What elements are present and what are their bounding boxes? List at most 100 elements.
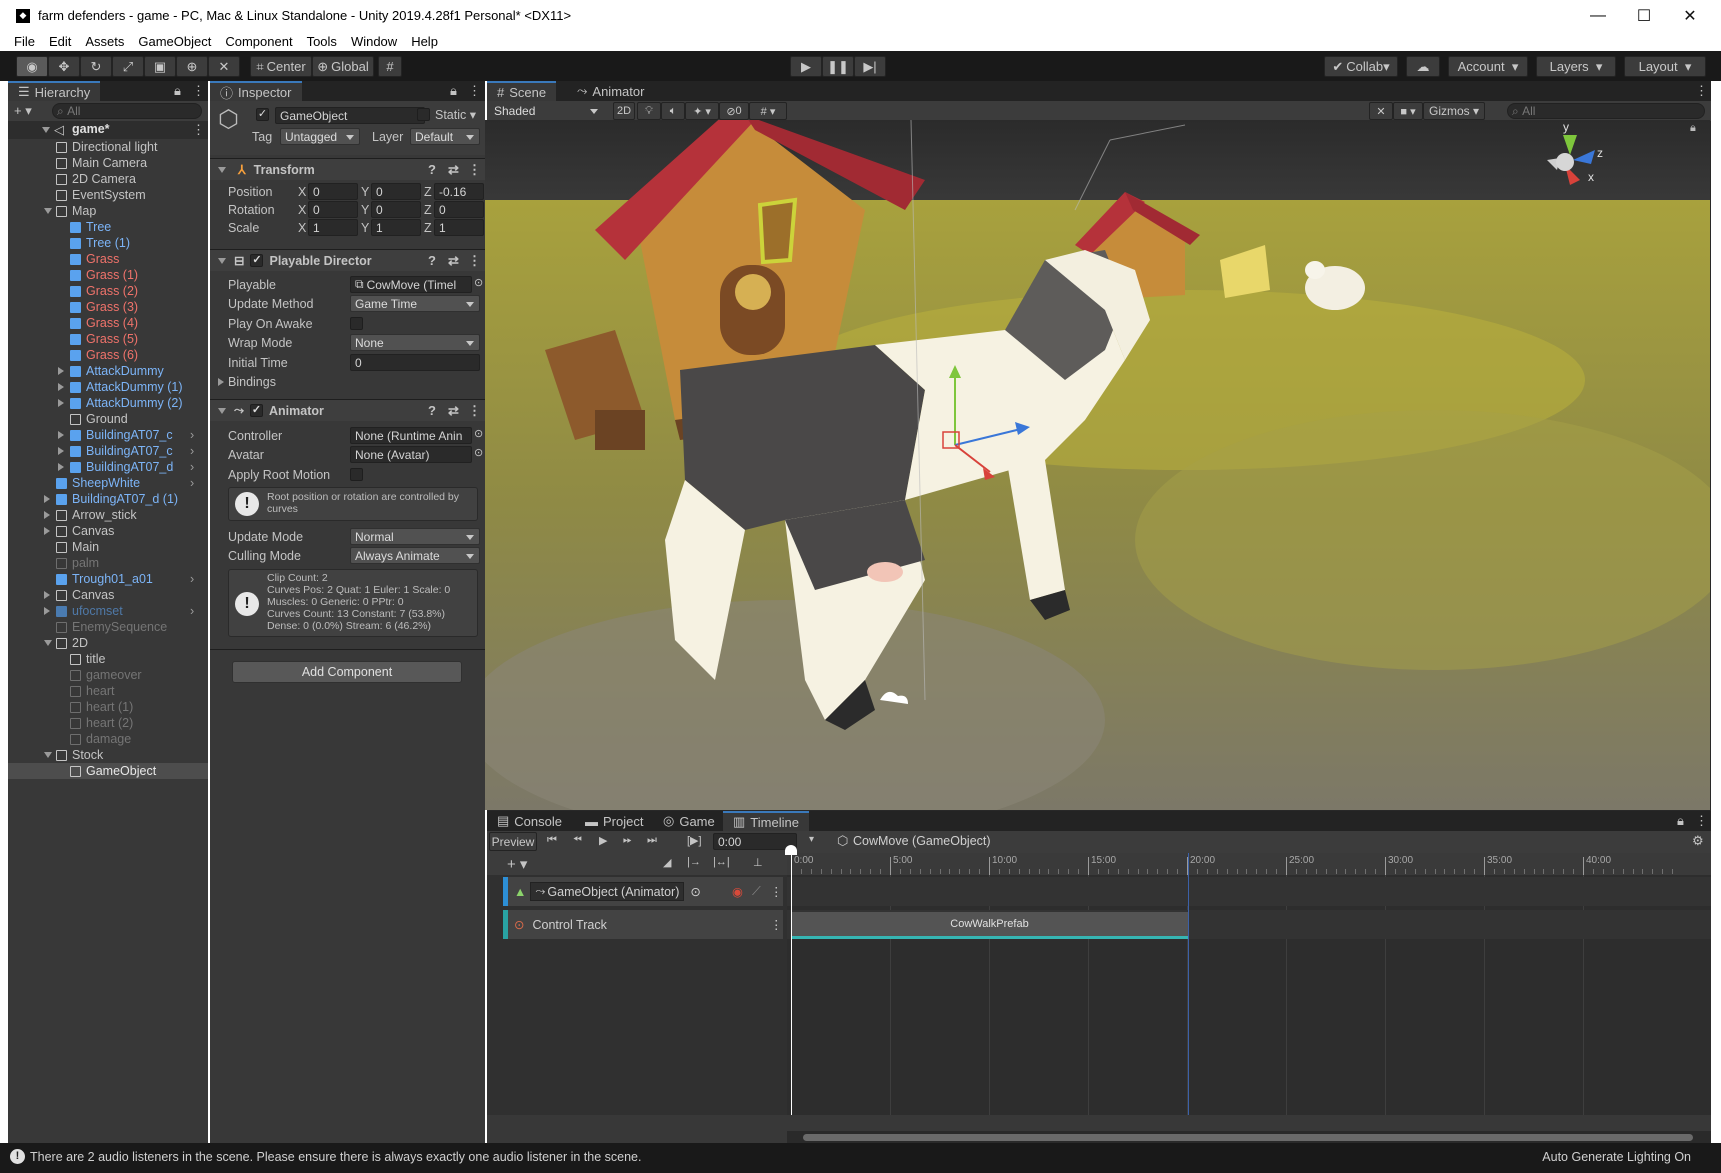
expand-arrow-icon[interactable] bbox=[44, 640, 52, 646]
hierarchy-item[interactable]: Grass (3) bbox=[8, 299, 208, 315]
menu-file[interactable]: File bbox=[0, 34, 42, 49]
step-button[interactable]: ▶| bbox=[854, 56, 886, 77]
director-more-icon[interactable]: ⋮ bbox=[468, 253, 481, 269]
update-method-dropdown[interactable]: Game Time bbox=[350, 295, 480, 312]
hierarchy-item[interactable]: Grass (1) bbox=[8, 267, 208, 283]
hierarchy-item[interactable]: heart (2) bbox=[8, 715, 208, 731]
scene-root-row[interactable]: ◁ game* ⋮ bbox=[8, 121, 208, 139]
expand-arrow-icon[interactable] bbox=[44, 208, 52, 214]
hierarchy-item[interactable]: AttackDummy (2) bbox=[8, 395, 208, 411]
avatar-picker-icon[interactable]: ⊙ bbox=[474, 446, 483, 459]
collapse-arrow-icon[interactable] bbox=[58, 399, 64, 407]
collapse-arrow-icon[interactable] bbox=[58, 431, 64, 439]
hierarchy-item[interactable]: BuildingAT07_c › bbox=[8, 443, 208, 459]
prefab-open-chevron-icon[interactable]: › bbox=[190, 460, 194, 474]
hierarchy-item[interactable]: title bbox=[8, 651, 208, 667]
hierarchy-item[interactable]: 2D bbox=[8, 635, 208, 651]
rotation-axis-label[interactable]: X bbox=[298, 203, 306, 217]
time-ruler[interactable]: 0:00 5:00 10:00 15:00 20:00 25:00 30:00 35:00 40… bbox=[787, 853, 1711, 875]
playhead-line[interactable] bbox=[791, 849, 792, 1115]
record-icon[interactable]: ◉ bbox=[732, 884, 743, 899]
prefab-open-chevron-icon[interactable]: › bbox=[190, 572, 194, 586]
preview-toggle[interactable]: Preview bbox=[489, 832, 537, 851]
hscroll-thumb[interactable] bbox=[803, 1134, 1693, 1141]
timeline-hscrollbar[interactable] bbox=[787, 1131, 1711, 1143]
animator-binding-field[interactable]: ⤳ GameObject (Animator) bbox=[530, 882, 685, 901]
prefab-open-chevron-icon[interactable]: › bbox=[190, 476, 194, 490]
scale-tool-button[interactable]: ⤢ bbox=[112, 56, 144, 77]
menu-window[interactable]: Window bbox=[344, 34, 404, 49]
control-track-header[interactable]: ⊙ Control Track ⋮ bbox=[503, 910, 783, 939]
prefab-open-chevron-icon[interactable]: › bbox=[190, 604, 194, 618]
expand-arrow-icon[interactable] bbox=[44, 752, 52, 758]
layout-dropdown[interactable]: Layout ▾ bbox=[1624, 56, 1706, 77]
animator-help-icon[interactable]: ? bbox=[428, 403, 436, 418]
playable-picker-icon[interactable]: ⊙ bbox=[474, 276, 483, 289]
gizmo-lock-icon[interactable]: 🔒︎ bbox=[1690, 122, 1696, 135]
layer-dropdown[interactable]: Default bbox=[410, 128, 480, 145]
add-component-button[interactable]: Add Component bbox=[232, 661, 462, 683]
maximize-button[interactable]: ☐ bbox=[1621, 0, 1667, 31]
tab-timeline[interactable]: ▥ Timeline bbox=[723, 811, 809, 831]
position-value-field[interactable]: -0.16 bbox=[434, 183, 484, 200]
rotation-axis-label[interactable]: Z bbox=[424, 203, 432, 217]
collapse-arrow-icon[interactable] bbox=[44, 527, 50, 535]
play-range-icon[interactable]: [▶] bbox=[687, 834, 702, 847]
minimize-button[interactable]: — bbox=[1575, 0, 1621, 31]
menu-assets[interactable]: Assets bbox=[78, 34, 131, 49]
hierarchy-item[interactable]: SheepWhite › bbox=[8, 475, 208, 491]
2d-toggle-button[interactable]: 2D bbox=[613, 102, 635, 120]
more-icon[interactable]: ⋮ bbox=[192, 83, 205, 99]
tab-project[interactable]: ▬ Project bbox=[575, 811, 653, 831]
hierarchy-item[interactable]: Grass (5) bbox=[8, 331, 208, 347]
position-axis-label[interactable]: Y bbox=[361, 185, 369, 199]
cloud-button[interactable]: ☁ bbox=[1406, 56, 1440, 77]
scale-axis-label[interactable]: Z bbox=[424, 221, 432, 235]
transform-fold-icon[interactable] bbox=[218, 166, 226, 173]
scene-more-icon[interactable]: ⋮ bbox=[192, 122, 205, 138]
collapse-arrow-icon[interactable] bbox=[58, 367, 64, 375]
hierarchy-item[interactable]: ufocmset › bbox=[8, 603, 208, 619]
hierarchy-item[interactable]: Canvas bbox=[8, 587, 208, 603]
animator-track-header[interactable]: ▲ ⤳ GameObject (Animator) ⊙ ◉ ⟋ ⋮ bbox=[503, 877, 783, 906]
menu-help[interactable]: Help bbox=[404, 34, 445, 49]
static-checkbox[interactable] bbox=[417, 108, 430, 121]
hierarchy-item[interactable]: Grass (4) bbox=[8, 315, 208, 331]
hierarchy-item[interactable]: EnemySequence bbox=[8, 619, 208, 635]
hierarchy-item[interactable]: Tree (1) bbox=[8, 235, 208, 251]
scene-search-input[interactable]: ⌕ All bbox=[1507, 103, 1705, 119]
hierarchy-item[interactable]: heart bbox=[8, 683, 208, 699]
collapse-arrow-icon[interactable] bbox=[58, 447, 64, 455]
prefab-open-chevron-icon[interactable]: › bbox=[190, 428, 194, 442]
collab-dropdown[interactable]: ✔ Collab ▾ bbox=[1324, 56, 1398, 77]
collapse-arrow-icon[interactable] bbox=[58, 463, 64, 471]
hidden-objects-toggle[interactable]: ⊘ 0 bbox=[719, 102, 749, 120]
position-value-field[interactable]: 0 bbox=[371, 183, 421, 200]
tag-dropdown[interactable]: Untagged bbox=[280, 128, 360, 145]
initial-time-field[interactable]: 0 bbox=[350, 354, 480, 371]
hierarchy-item[interactable]: GameObject bbox=[8, 763, 208, 779]
collapse-arrow-icon[interactable] bbox=[44, 495, 50, 503]
transform-more-icon[interactable]: ⋮ bbox=[468, 162, 481, 178]
prev-frame-icon[interactable]: ⏪︎ bbox=[573, 834, 582, 847]
playable-director-header[interactable]: ⊟ ✓ Playable Director ? ⇄ ⋮ bbox=[210, 249, 485, 271]
animator-binding-picker-icon[interactable]: ⊙ bbox=[690, 884, 700, 899]
collapse-arrow-icon[interactable] bbox=[44, 607, 50, 615]
shading-mode-dropdown[interactable]: Shaded bbox=[489, 102, 604, 119]
transform-preset-icon[interactable]: ⇄ bbox=[448, 162, 459, 178]
replace-mode-icon[interactable]: |↔| bbox=[713, 856, 730, 868]
grid-dropdown[interactable]: # ▾ bbox=[749, 102, 787, 120]
director-help-icon[interactable]: ? bbox=[428, 253, 436, 268]
timeline-play-icon[interactable]: ▶ bbox=[599, 834, 607, 847]
gizmos-dropdown[interactable]: Gizmos ▾ bbox=[1423, 102, 1485, 120]
hierarchy-item[interactable]: Ground bbox=[8, 411, 208, 427]
tab-console[interactable]: ▤ Console bbox=[487, 811, 572, 831]
hierarchy-item[interactable]: gameover bbox=[8, 667, 208, 683]
director-preset-icon[interactable]: ⇄ bbox=[448, 253, 459, 269]
pivot-center-button[interactable]: ⌗ Center bbox=[250, 56, 312, 77]
transform-header[interactable]: ⅄ Transform ? ⇄ ⋮ bbox=[210, 158, 485, 180]
menu-gameobject[interactable]: GameObject bbox=[131, 34, 218, 49]
collapse-arrow-icon[interactable] bbox=[44, 591, 50, 599]
position-axis-label[interactable]: Z bbox=[424, 185, 432, 199]
hierarchy-search-input[interactable]: ⌕ All bbox=[52, 103, 202, 119]
